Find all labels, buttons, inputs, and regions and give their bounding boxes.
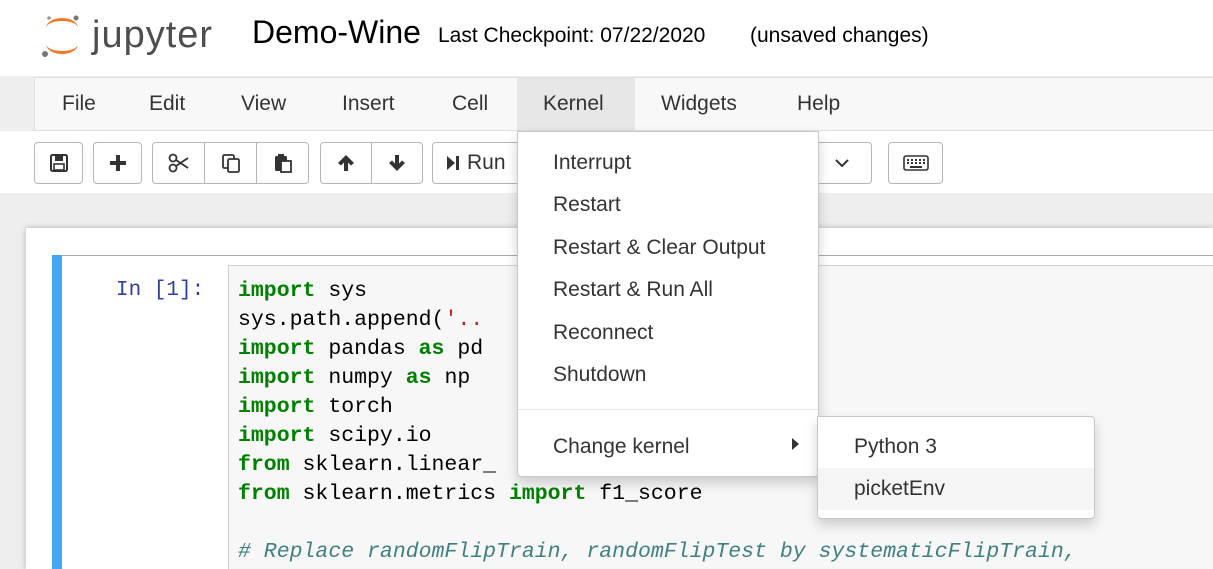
change-kernel-submenu: Python 3 picketEnv [817,416,1095,519]
save-button[interactable] [34,142,83,184]
copy-button[interactable] [204,142,257,184]
menu-item-shutdown[interactable]: Shutdown [553,363,646,387]
code-string: '.. [444,308,484,332]
move-up-button[interactable] [320,142,372,184]
code-token: pandas [315,337,419,361]
menu-view[interactable]: View [215,78,312,130]
jupyter-notebook-window: jupyter Demo-Wine Last Checkpoint: 07/22… [0,0,1213,569]
cell-selection-indicator [52,255,62,569]
code-token: sklearn.linear_ [289,453,497,477]
scissors-icon [168,153,188,173]
input-prompt: In [1]: [116,279,205,302]
insert-cell-button[interactable] [93,142,142,184]
menu-item-restart-run-all[interactable]: Restart & Run All [553,278,713,302]
menu-file[interactable]: File [36,78,122,130]
code-token: f1_score [586,482,703,506]
menu-cell[interactable]: Cell [426,78,514,130]
menu-item-interrupt[interactable]: Interrupt [553,151,631,175]
notebook-title[interactable]: Demo-Wine [252,14,421,51]
code-token: np [431,366,471,390]
menu-insert[interactable]: Insert [316,78,421,130]
code-token: sys.path.append( [238,308,445,332]
paste-button[interactable] [256,142,309,184]
code-keyword: as [418,337,445,361]
code-keyword: as [405,366,432,390]
cut-button[interactable] [152,142,205,184]
menu-item-reconnect[interactable]: Reconnect [553,321,653,345]
chevron-down-icon [834,159,849,168]
code-keyword: import [508,482,587,506]
menubar: File Edit View Insert Cell Kernel Widget… [34,77,1213,131]
menu-item-restart[interactable]: Restart [553,193,621,217]
command-palette-button[interactable] [888,142,943,184]
cell-type-select[interactable] [812,142,872,184]
autosave-status: (unsaved changes) [750,24,929,47]
code-keyword: from [238,453,290,477]
arrow-down-icon [389,155,405,171]
kernel-dropdown-menu: Interrupt Restart Restart & Clear Output… [517,131,819,477]
code-keyword: import [238,395,316,419]
menu-widgets[interactable]: Widgets [635,78,763,130]
checkpoint-status: Last Checkpoint: 07/22/2020 [438,24,706,47]
code-token: sys [315,279,368,303]
code-keyword: from [238,482,290,506]
run-label: Run [467,151,506,174]
keyboard-icon [902,155,929,171]
menu-help[interactable]: Help [771,78,866,130]
move-down-button[interactable] [371,142,423,184]
code-token: torch [315,395,393,419]
code-keyword: import [238,279,316,303]
code-keyword: import [238,424,316,448]
menu-item-restart-clear-output[interactable]: Restart & Clear Output [553,236,765,260]
kernel-option-python3[interactable]: Python 3 [818,426,1094,468]
plus-icon [109,155,126,171]
code-comment: # Replace randomFlipTrain, randomFlipTes… [238,540,1077,564]
step-forward-icon [447,156,459,170]
code-token: numpy [315,366,406,390]
copy-icon [221,154,240,173]
submenu-caret-icon [792,438,799,450]
code-line: # Replace randomFlipTrain, randomFlipTes… [238,538,1077,567]
run-button[interactable]: Run [432,142,522,184]
jupyter-logo-icon [42,15,79,57]
menu-item-change-kernel[interactable]: Change kernel [553,435,690,459]
arrow-up-icon [338,155,354,171]
jupyter-logo[interactable]: jupyter [40,12,230,60]
paste-icon [274,154,292,173]
kernel-option-picketenv[interactable]: picketEnv [818,468,1094,510]
code-token: pd [444,337,484,361]
save-icon [49,154,68,172]
menu-kernel[interactable]: Kernel [517,78,635,130]
code-token: sklearn.metrics [289,482,509,506]
header: jupyter Demo-Wine Last Checkpoint: 07/22… [0,0,1213,76]
code-keyword: import [238,366,316,390]
menu-divider [518,409,818,410]
code-token: scipy.io [315,424,432,448]
code-keyword: import [238,337,316,361]
logo-text: jupyter [92,14,214,56]
menu-edit[interactable]: Edit [123,78,211,130]
